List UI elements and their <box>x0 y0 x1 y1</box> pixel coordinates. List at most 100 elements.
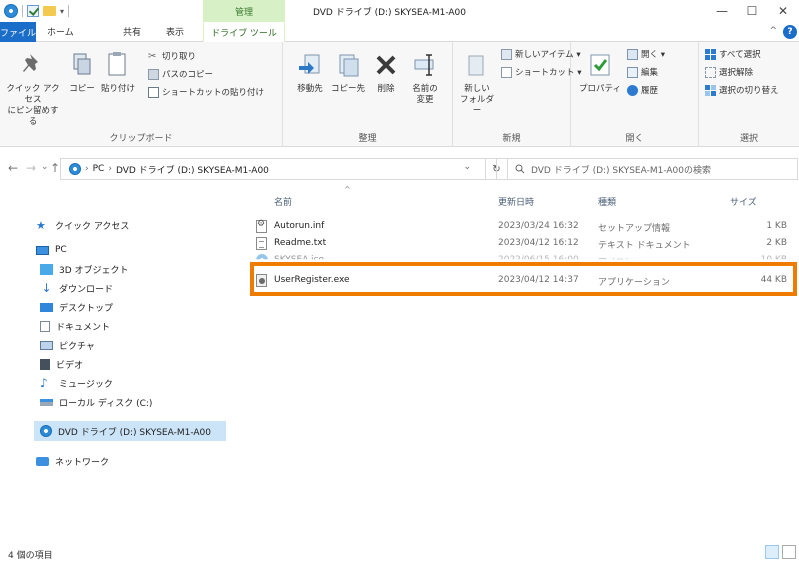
delete-icon <box>372 50 400 80</box>
address-dropdown-button[interactable]: ⌄ <box>463 162 471 172</box>
edit-icon <box>627 66 638 78</box>
new-folder-button[interactable]: 新しい フォルダー <box>457 50 497 117</box>
address-field[interactable]: › PC › DVD ドライブ (D:) SKYSEA-M1-A00 ⌄ <box>60 158 486 180</box>
select-all-button[interactable]: すべて選択 <box>705 48 761 60</box>
new-folder-icon[interactable] <box>43 6 56 16</box>
nav-item-pictures[interactable]: ピクチャ <box>40 335 95 355</box>
minimize-button[interactable]: — <box>707 2 737 20</box>
pin-quick-access-button[interactable]: クイック アクセス にピン留めする <box>4 50 62 128</box>
tab-view[interactable]: 表示 <box>166 25 184 38</box>
column-header-date[interactable]: 更新日時 <box>498 195 534 208</box>
paste-button[interactable]: 貼り付け <box>98 50 138 95</box>
copy-path-icon <box>148 68 159 80</box>
file-size: 2 KB <box>766 238 787 248</box>
column-header-type[interactable]: 種類 <box>598 195 616 208</box>
nav-item-downloads[interactable]: ↓ ダウンロード <box>40 278 113 298</box>
star-icon: ★ <box>36 218 46 232</box>
nav-item-label: クイック アクセス <box>55 221 130 232</box>
copy-path-button[interactable]: パスのコピー <box>148 68 213 80</box>
search-input[interactable]: DVD ドライブ (D:) SKYSEA-M1-A00の検索 <box>496 158 798 180</box>
shortcut-icon <box>501 66 512 78</box>
nav-item-local-disk[interactable]: ローカル ディスク (C:) <box>40 392 152 412</box>
search-icon <box>515 164 525 174</box>
column-header-size[interactable]: サイズ <box>730 195 757 208</box>
column-header-name[interactable]: 名前 <box>274 195 292 208</box>
scissors-icon: ✂ <box>148 50 157 62</box>
close-button[interactable]: ✕ <box>768 2 798 20</box>
history-button[interactable]: 履歴 <box>627 84 658 96</box>
select-none-label: 選択解除 <box>719 68 754 78</box>
new-item-button[interactable]: 新しいアイテム ▾ <box>501 48 581 60</box>
copy-label: コピー <box>69 84 95 94</box>
search-placeholder: DVD ドライブ (D:) SKYSEA-M1-A00の検索 <box>531 165 711 176</box>
properties-button[interactable]: プロパティ <box>577 50 623 95</box>
file-row[interactable]: Autorun.inf 2023/03/24 16:32 セットアップ情報 1 … <box>250 218 799 236</box>
nav-item-music[interactable]: ♪ ミュージック <box>40 373 113 393</box>
setup-info-icon <box>256 219 267 233</box>
copy-icon <box>68 50 96 80</box>
open-group-label: 開く <box>625 134 644 144</box>
tab-file[interactable]: ファイル <box>0 22 36 42</box>
nav-item-label: デスクトップ <box>59 303 114 314</box>
pc-icon <box>36 245 49 255</box>
nav-item-videos[interactable]: ビデオ <box>40 354 83 374</box>
document-icon <box>40 320 50 332</box>
copy-to-button[interactable]: コピー先 <box>329 50 367 95</box>
help-icon[interactable]: ? <box>783 25 797 39</box>
tab-drive-tools[interactable]: ドライブ ツール <box>203 22 285 42</box>
up-button[interactable]: ↑ <box>50 161 60 175</box>
download-icon: ↓ <box>41 280 52 295</box>
tab-share[interactable]: 共有 <box>123 25 141 38</box>
cut-button[interactable]: ✂ 切り取り <box>148 50 196 63</box>
open-button[interactable]: 開く ▾ <box>627 48 665 60</box>
maximize-button[interactable]: ☐ <box>737 2 767 20</box>
large-icons-view-icon[interactable] <box>782 545 796 559</box>
nav-item-label: ドキュメント <box>56 322 111 333</box>
forward-button[interactable]: → <box>26 161 36 175</box>
collapse-ribbon-icon[interactable]: ^ <box>769 26 777 36</box>
select-group-label: 選択 <box>739 134 758 144</box>
pictures-icon <box>40 340 53 350</box>
breadcrumb-pc[interactable]: PC <box>93 164 105 174</box>
3d-objects-icon <box>40 263 53 275</box>
music-icon: ♪ <box>40 375 48 390</box>
nav-item-pc[interactable]: PC <box>36 240 67 260</box>
file-list: ^ 名前 更新日時 種類 サイズ Autorun.inf 2023/03/24 … <box>250 183 799 543</box>
nav-item-label: ダウンロード <box>59 284 114 295</box>
invert-selection-button[interactable]: 選択の切り替え <box>705 84 779 96</box>
nav-item-documents[interactable]: ドキュメント <box>40 316 110 336</box>
paste-shortcut-button[interactable]: ショートカットの貼り付け <box>148 86 264 98</box>
file-date: 2023/04/12 16:12 <box>498 238 579 248</box>
details-view-icon[interactable] <box>765 545 779 559</box>
breadcrumb-dvd-drive[interactable]: DVD ドライブ (D:) SKYSEA-M1-A00 <box>116 163 269 176</box>
nav-item-network[interactable]: ネットワーク <box>36 451 109 471</box>
dvd-drive-icon <box>69 163 81 175</box>
customize-toolbar-icon[interactable]: ▾ <box>60 7 64 16</box>
select-group: すべて選択 選択解除 選択の切り替え 選択 <box>699 42 799 147</box>
properties-check-icon[interactable] <box>27 5 39 17</box>
move-to-label: 移動先 <box>297 84 323 94</box>
open-label: 開く ▾ <box>641 50 665 60</box>
select-all-icon <box>705 48 716 60</box>
delete-button[interactable]: 削除 <box>369 50 403 95</box>
nav-item-label: DVD ドライブ (D:) SKYSEA-M1-A00 <box>58 427 211 438</box>
nav-item-3d-objects[interactable]: 3D オブジェクト <box>40 259 129 279</box>
shortcut-button[interactable]: ショートカット ▾ <box>501 66 581 78</box>
file-row[interactable]: Readme.txt 2023/04/12 16:12 テキスト ドキュメント … <box>250 235 799 253</box>
back-button[interactable]: ← <box>8 161 18 175</box>
clipboard-group: クイック アクセス にピン留めする コピー 貼り付け ✂ 切り取り パスのコピー… <box>0 42 283 147</box>
rename-icon <box>411 50 439 80</box>
move-to-button[interactable]: 移動先 <box>291 50 329 95</box>
tab-home[interactable]: ホーム <box>47 25 74 38</box>
edit-button[interactable]: 編集 <box>627 66 658 78</box>
history-label: 履歴 <box>641 86 659 96</box>
manage-contextual-tab: 管理 <box>203 0 285 22</box>
recent-locations-button[interactable]: ⌄ <box>41 162 49 172</box>
quick-access-toolbar: ▾ <box>4 4 70 18</box>
copy-button[interactable]: コピー <box>64 50 100 95</box>
select-none-button[interactable]: 選択解除 <box>705 66 753 78</box>
rename-button[interactable]: 名前の 変更 <box>405 50 445 106</box>
nav-item-desktop[interactable]: デスクトップ <box>40 297 113 317</box>
nav-item-quick-access[interactable]: ★ クイック アクセス <box>36 215 129 235</box>
nav-item-dvd-drive[interactable]: DVD ドライブ (D:) SKYSEA-M1-A00 <box>34 421 226 441</box>
